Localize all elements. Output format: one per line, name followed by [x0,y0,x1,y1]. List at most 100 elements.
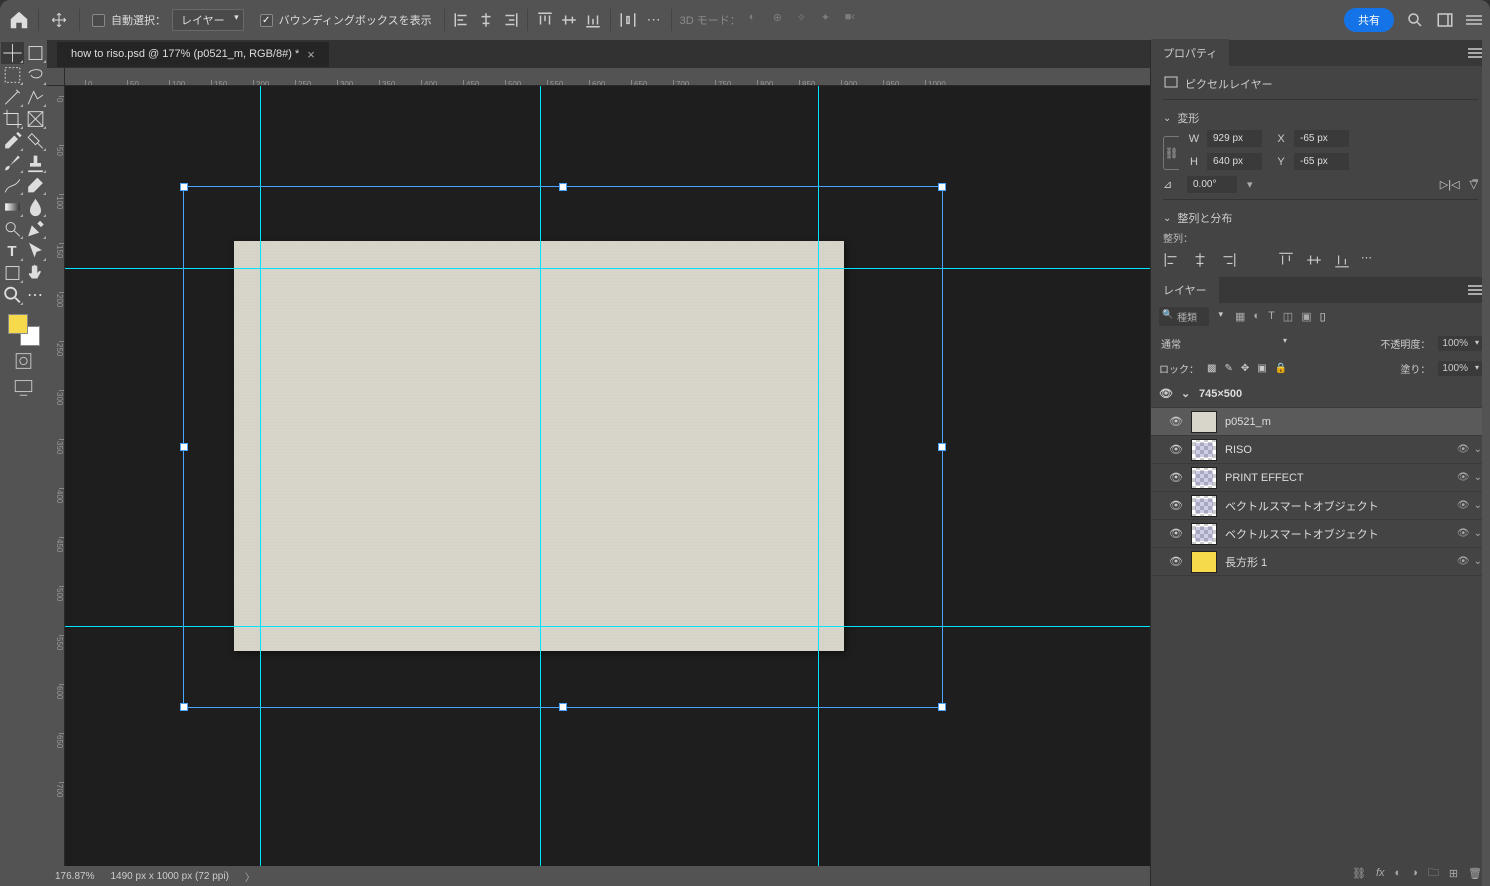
handle-w[interactable] [180,443,188,451]
align-more-icon[interactable]: ⋯ [1361,251,1379,269]
align-left-icon[interactable] [453,11,471,29]
layer-item[interactable]: 👁RISO👁⌄ [1151,436,1490,464]
artboard-tool[interactable] [24,42,47,64]
crop-tool[interactable] [1,108,24,130]
visibility-icon[interactable]: 👁 [1159,387,1173,400]
layer-filter-dropdown[interactable]: 種類 [1159,307,1209,326]
move-tool-icon[interactable] [47,12,71,28]
layer-item[interactable]: 👁ベクトルスマートオブジェクト👁⌄ [1151,520,1490,548]
align-distribute-header[interactable]: 整列と分布 [1163,206,1478,230]
layer-item[interactable]: 👁PRINT EFFECT👁⌄ [1151,464,1490,492]
transform-header[interactable]: 変形 [1163,106,1478,130]
more-options-icon[interactable]: ⋯ [645,11,663,29]
x-input[interactable] [1294,130,1349,147]
handle-nw[interactable] [180,183,188,191]
distribute-icon[interactable] [619,11,637,29]
wand-tool[interactable] [1,86,24,108]
expand-fx-icon[interactable]: ⌄ [1474,444,1482,455]
expand-fx-icon[interactable]: ⌄ [1474,472,1482,483]
blur-tool[interactable] [24,196,47,218]
gradient-tool[interactable] [1,196,24,218]
height-input[interactable] [1207,153,1262,170]
layer-group[interactable]: 👁⌄745×500 [1151,380,1490,408]
lasso-tool[interactable] [24,64,47,86]
healing-tool[interactable] [24,130,47,152]
filter-type-icon[interactable]: T [1268,310,1275,323]
screen-mode-icon[interactable] [12,376,35,398]
fx-indicator-icon[interactable]: 👁 [1457,472,1470,483]
align-top-icon[interactable] [1277,251,1295,269]
flip-v-icon[interactable]: ▽̅ [1470,178,1478,191]
eyedropper-tool[interactable] [1,130,24,152]
doc-size[interactable]: 1490 px x 1000 px (72 ppi) [110,871,228,882]
flip-h-icon[interactable]: ▷|◁ [1440,178,1460,191]
dodge-tool[interactable] [1,218,24,240]
transform-bbox[interactable] [183,186,943,708]
adjustment-icon[interactable]: ◑ [1411,867,1418,879]
show-bbox-checkbox[interactable] [260,14,273,27]
filter-adj-icon[interactable]: ◐ [1253,310,1260,323]
frame-tool[interactable] [24,108,47,130]
properties-tab[interactable]: プロパティ [1151,39,1229,67]
path-select-tool[interactable] [24,240,47,262]
group-icon[interactable]: 🗀 [1428,864,1439,883]
align-bottom-icon[interactable] [584,11,602,29]
ruler-horizontal[interactable]: 0501001502002503003504004505005506006507… [65,68,1150,86]
width-input[interactable] [1207,130,1262,147]
fx-indicator-icon[interactable]: 👁 [1457,500,1470,511]
fx-indicator-icon[interactable]: 👁 [1457,528,1470,539]
filter-toggle-icon[interactable]: ▯ [1320,310,1326,323]
fx-indicator-icon[interactable]: 👁 [1457,444,1470,455]
type-tool[interactable]: T [1,240,24,262]
handle-ne[interactable] [938,183,946,191]
brush-tool[interactable] [1,152,24,174]
visibility-icon[interactable]: 👁 [1169,555,1183,568]
opacity-dropdown[interactable]: 100% [1438,336,1482,351]
home-icon[interactable] [8,9,30,31]
lock-position-icon[interactable]: ✥ [1241,363,1249,374]
angle-input[interactable] [1187,176,1237,193]
filter-shape-icon[interactable]: ◫ [1283,310,1293,323]
handle-se[interactable] [938,703,946,711]
link-layers-icon[interactable]: ⛓ [1352,867,1366,880]
edit-toolbar[interactable]: ⋯ [24,284,47,306]
align-right-icon[interactable] [501,11,519,29]
shape-tool[interactable] [1,262,24,284]
status-caret-icon[interactable]: 〉 [245,869,255,884]
visibility-icon[interactable]: 👁 [1169,415,1183,428]
close-tab-icon[interactable]: × [307,48,315,61]
expand-fx-icon[interactable]: ⌄ [1474,528,1482,539]
share-button[interactable]: 共有 [1344,8,1394,32]
canvas-viewport[interactable] [65,86,1150,866]
align-right-icon[interactable] [1219,251,1237,269]
fg-color-swatch[interactable] [8,314,28,334]
fx-indicator-icon[interactable]: 👁 [1457,556,1470,567]
align-hcenter-icon[interactable] [477,11,495,29]
expand-fx-icon[interactable]: ⌄ [1474,556,1482,567]
workspace-icon[interactable] [1436,11,1454,29]
zoom-tool[interactable] [1,284,24,306]
angle-dropdown-icon[interactable]: ▾ [1247,178,1253,191]
history-brush-tool[interactable] [1,174,24,196]
auto-select-checkbox[interactable] [92,14,105,27]
new-layer-icon[interactable]: ⊞ [1449,867,1458,880]
visibility-icon[interactable]: 👁 [1169,499,1183,512]
search-icon[interactable] [1406,11,1424,29]
eraser-tool[interactable] [24,174,47,196]
mask-icon[interactable]: ◐ [1395,867,1402,879]
lock-artboard-icon[interactable]: ▣ [1257,363,1266,374]
link-wh-icon[interactable]: ⛓ [1163,136,1179,170]
expand-fx-icon[interactable]: ⌄ [1474,500,1482,511]
align-vcenter-icon[interactable] [1305,251,1323,269]
handle-sw[interactable] [180,703,188,711]
blend-mode-dropdown[interactable]: 通常 [1159,334,1289,353]
auto-select-dropdown[interactable]: レイヤー [172,9,244,31]
align-left-icon[interactable] [1163,251,1181,269]
visibility-icon[interactable]: 👁 [1169,471,1183,484]
handle-e[interactable] [938,443,946,451]
align-vcenter-icon[interactable] [560,11,578,29]
color-swatches[interactable] [8,314,40,346]
align-top-icon[interactable] [536,11,554,29]
handle-n[interactable] [559,183,567,191]
layers-tab[interactable]: レイヤー [1151,276,1219,304]
